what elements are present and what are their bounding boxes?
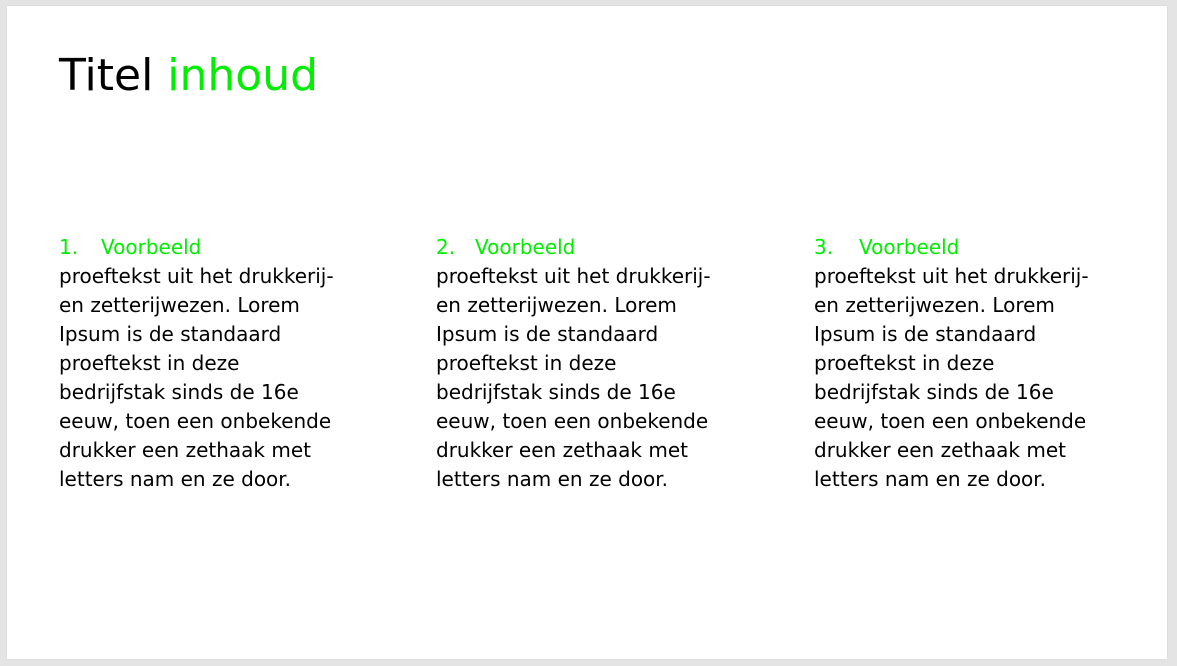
content-column-2[interactable]: 2. Voorbeeld proeftekst uit het drukkeri…: [436, 233, 766, 494]
body-line: en zetterijwezen. Lorem: [814, 293, 1055, 317]
body-line: bedrijfstak sinds de 16e: [59, 380, 299, 404]
body-line: proeftekst uit het drukkerij-: [436, 264, 711, 288]
body-line: proeftekst in deze: [59, 351, 240, 375]
body-line: bedrijfstak sinds de 16e: [436, 380, 676, 404]
body-line: proeftekst in deze: [436, 351, 617, 375]
body-line: eeuw, toen een onbekende: [59, 409, 332, 433]
body-line: Ipsum is de standaard: [436, 322, 659, 346]
title-prefix: Titel: [59, 50, 154, 101]
body-line: eeuw, toen een onbekende: [436, 409, 709, 433]
body-line: Ipsum is de standaard: [814, 322, 1037, 346]
list-number: 2.: [436, 235, 456, 259]
column-body-text: proeftekst uit het drukkerij- en zetteri…: [436, 262, 766, 494]
body-line: Ipsum is de standaard: [59, 322, 282, 346]
heading-text: Voorbeeld: [859, 235, 960, 259]
column-body-text: proeftekst uit het drukkerij- en zetteri…: [59, 262, 389, 494]
list-number: 3.: [814, 235, 834, 259]
body-line: letters nam en ze door.: [436, 467, 669, 491]
body-line: letters nam en ze door.: [814, 467, 1047, 491]
slide[interactable]: Titel inhoud 1. Voorbeeld proeftekst uit…: [7, 6, 1167, 659]
body-line: en zetterijwezen. Lorem: [436, 293, 677, 317]
body-line: letters nam en ze door.: [59, 467, 292, 491]
body-line: drukker een zethaak met: [436, 438, 688, 462]
column-heading: 1. Voorbeeld: [59, 233, 389, 262]
body-line: proeftekst uit het drukkerij-: [59, 264, 334, 288]
column-heading: 2. Voorbeeld: [436, 233, 766, 262]
body-line: proeftekst in deze: [814, 351, 995, 375]
body-line: proeftekst uit het drukkerij-: [814, 264, 1089, 288]
slide-title[interactable]: Titel inhoud: [59, 46, 318, 106]
content-column-1[interactable]: 1. Voorbeeld proeftekst uit het drukkeri…: [59, 233, 389, 494]
body-line: eeuw, toen een onbekende: [814, 409, 1087, 433]
list-number: 1.: [59, 235, 79, 259]
heading-text: Voorbeeld: [101, 235, 202, 259]
body-line: bedrijfstak sinds de 16e: [814, 380, 1054, 404]
heading-text: Voorbeeld: [475, 235, 576, 259]
body-line: drukker een zethaak met: [814, 438, 1066, 462]
title-accent: inhoud: [167, 50, 319, 101]
body-line: en zetterijwezen. Lorem: [59, 293, 300, 317]
body-line: drukker een zethaak met: [59, 438, 311, 462]
column-heading: 3. Voorbeeld: [814, 233, 1144, 262]
column-body-text: proeftekst uit het drukkerij- en zetteri…: [814, 262, 1144, 494]
content-column-3[interactable]: 3. Voorbeeld proeftekst uit het drukkeri…: [814, 233, 1144, 494]
